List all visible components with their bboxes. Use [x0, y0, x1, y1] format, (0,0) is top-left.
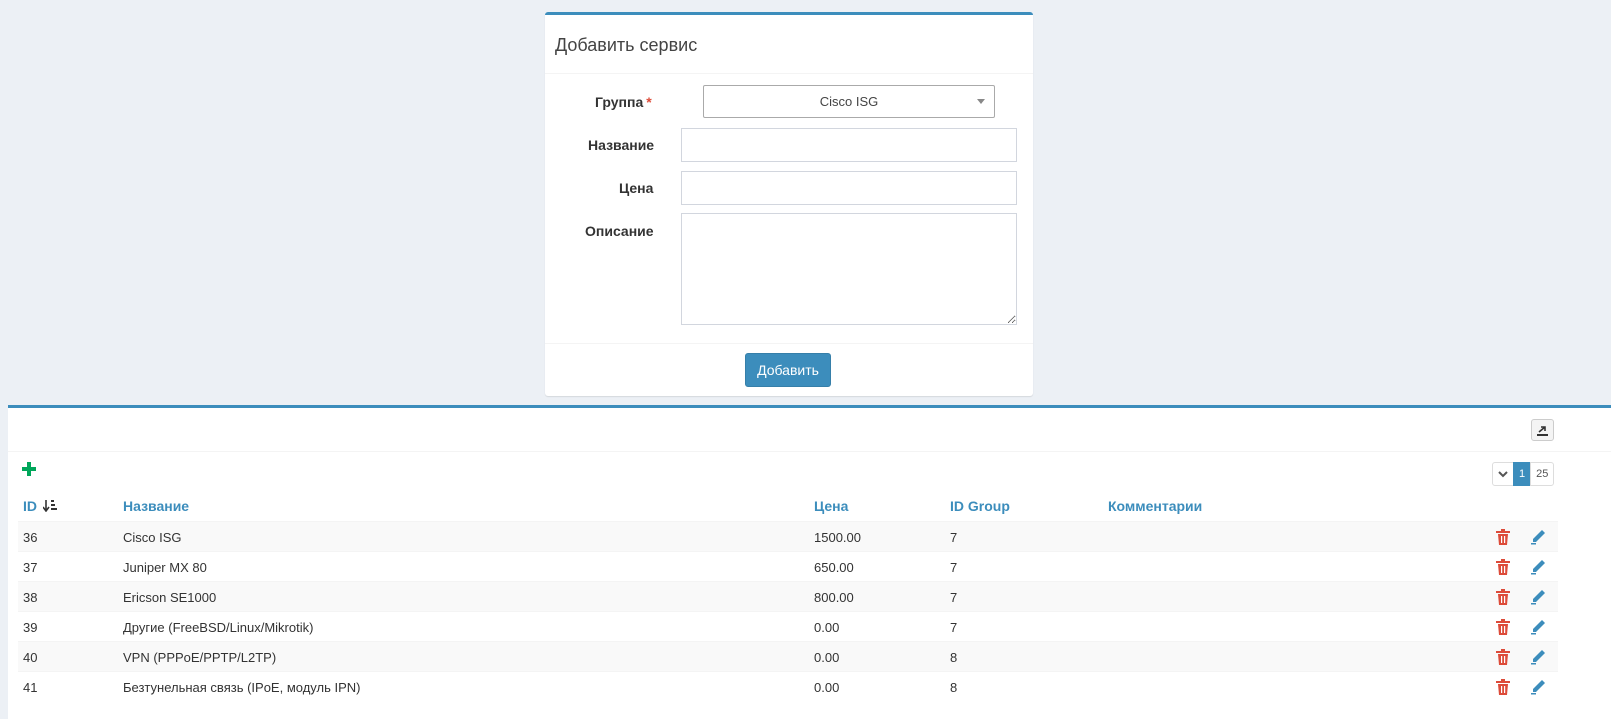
caret-down-icon	[977, 99, 985, 104]
cell-name: Juniper MX 80	[123, 560, 207, 575]
form-title: Добавить сервис	[555, 35, 698, 55]
divider	[8, 451, 1611, 452]
trash-icon[interactable]	[1496, 529, 1510, 545]
add-service-form: Добавить сервис Группа * Cisco ISG Назван…	[545, 12, 1033, 396]
cell-name: Cisco ISG	[123, 530, 182, 545]
description-textarea[interactable]	[681, 213, 1017, 325]
required-mark: *	[646, 94, 652, 110]
current-page-button[interactable]: 1	[1513, 462, 1532, 486]
cell-price: 0.00	[814, 680, 840, 695]
column-header-id-label: ID	[23, 498, 37, 514]
pencil-icon[interactable]	[1531, 649, 1545, 665]
table-row: 40 VPN (PPPoE/PPTP/L2TP) 0.00 8	[18, 641, 1558, 671]
name-input[interactable]	[681, 128, 1017, 162]
trash-icon[interactable]	[1496, 559, 1510, 575]
table-row: 37 Juniper MX 80 650.00 7	[18, 551, 1558, 581]
column-header-price[interactable]: Цена	[814, 498, 848, 514]
cell-name: Другие (FreeBSD/Linux/Mikrotik)	[123, 620, 314, 635]
page-size-dropdown[interactable]	[1492, 462, 1514, 486]
trash-icon[interactable]	[1496, 619, 1510, 635]
trash-icon[interactable]	[1496, 649, 1510, 665]
group-select-value: Cisco ISG	[819, 94, 879, 109]
cell-id: 36	[23, 530, 38, 545]
pencil-icon[interactable]	[1531, 559, 1545, 575]
add-button[interactable]: Добавить	[745, 353, 831, 387]
export-icon	[1537, 425, 1548, 436]
cell-group: 7	[950, 620, 958, 635]
table-row: 41 Безтунельная связь (IPoE, модуль IPN)…	[18, 671, 1558, 701]
cell-group: 8	[950, 650, 958, 665]
cell-id: 37	[23, 560, 38, 575]
pencil-icon[interactable]	[1531, 679, 1545, 695]
trash-icon[interactable]	[1496, 589, 1510, 605]
group-select[interactable]: Cisco ISG	[703, 85, 995, 118]
table-row: 36 Cisco ISG 1500.00 7	[18, 521, 1558, 551]
pencil-icon[interactable]	[1531, 589, 1545, 605]
pencil-icon[interactable]	[1531, 619, 1545, 635]
cell-group: 8	[950, 680, 958, 695]
divider	[545, 73, 1033, 74]
column-header-name[interactable]: Название	[123, 498, 189, 514]
cell-price: 0.00	[814, 650, 840, 665]
cell-group: 7	[950, 530, 958, 545]
cell-id: 38	[23, 590, 38, 605]
cell-name: Ericson SE1000	[123, 590, 217, 605]
cell-group: 7	[950, 590, 958, 605]
cell-price: 0.00	[814, 620, 840, 635]
pagination: 1 25	[1492, 462, 1555, 486]
table-row: 38 Ericson SE1000 800.00 7	[18, 581, 1558, 611]
services-table-box: 1 25 ID Название Цена ID Group Комментар…	[8, 405, 1611, 719]
cell-id: 39	[23, 620, 38, 635]
cell-id: 41	[23, 680, 38, 695]
description-label: Описание	[585, 223, 654, 239]
price-label: Цена	[619, 180, 654, 196]
cell-price: 800.00	[814, 590, 854, 605]
export-button[interactable]	[1531, 419, 1554, 441]
column-header-id[interactable]: ID	[23, 498, 57, 514]
table-body: 36 Cisco ISG 1500.00 7 37 Juniper MX 80 …	[18, 521, 1558, 701]
cell-name: VPN (PPPoE/PPTP/L2TP)	[123, 650, 277, 665]
name-label: Название	[588, 137, 655, 153]
cell-group: 7	[950, 560, 958, 575]
sort-amount-down-icon	[42, 500, 57, 512]
plus-icon[interactable]	[22, 462, 36, 476]
divider	[545, 343, 1033, 344]
page-size-button[interactable]: 25	[1530, 462, 1555, 486]
pencil-icon[interactable]	[1531, 529, 1545, 545]
column-header-comments[interactable]: Комментарии	[1108, 498, 1202, 514]
column-header-group[interactable]: ID Group	[950, 498, 1010, 514]
price-input[interactable]	[681, 171, 1017, 205]
cell-price: 650.00	[814, 560, 854, 575]
chevron-down-icon	[1498, 470, 1508, 477]
cell-name: Безтунельная связь (IPoE, модуль IPN)	[123, 680, 361, 695]
cell-price: 1500.00	[814, 530, 861, 545]
group-label: Группа *	[595, 94, 652, 110]
cell-id: 40	[23, 650, 38, 665]
trash-icon[interactable]	[1496, 679, 1510, 695]
table-row: 39 Другие (FreeBSD/Linux/Mikrotik) 0.00 …	[18, 611, 1558, 641]
